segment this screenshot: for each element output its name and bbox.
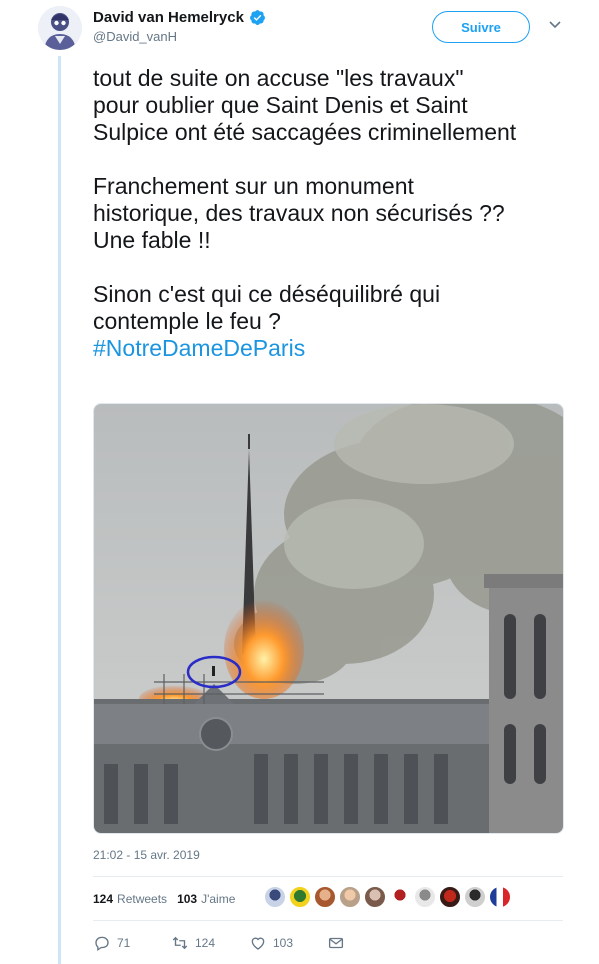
engagement-stats: 124 Retweets 103 J'aime [93, 888, 245, 910]
retweets-label: Retweets [117, 892, 168, 906]
tweet-timestamp[interactable]: 21:02 - 15 avr. 2019 [93, 848, 200, 862]
liker-avatar[interactable] [289, 886, 311, 908]
liker-avatar[interactable] [439, 886, 461, 908]
liker-avatar[interactable] [264, 886, 286, 908]
like-icon [251, 937, 265, 950]
tweet-actions: 71 124 103 [93, 934, 345, 952]
reply-count: 71 [117, 936, 131, 950]
liker-avatar[interactable] [489, 886, 511, 908]
tweet-text-line: contemple le feu ? [93, 308, 281, 334]
divider [93, 876, 563, 877]
follow-button[interactable]: Suivre [432, 11, 530, 43]
retweet-count: 124 [195, 936, 216, 950]
tweet-text-line: Sulpice ont été saccagées criminellement [93, 119, 517, 145]
tweet-text-line: Franchement sur un monument [93, 173, 414, 199]
likes-label: J'aime [201, 892, 236, 906]
tweet-text-line: Sinon c'est qui ce déséquilibré qui [93, 281, 441, 307]
retweet-button[interactable]: 124 [171, 934, 249, 952]
tweet-text-line: Une fable !! [93, 227, 211, 253]
liker-avatar[interactable] [364, 886, 386, 908]
verified-badge-icon [249, 9, 266, 26]
liker-avatar[interactable] [339, 886, 361, 908]
liker-avatar[interactable] [464, 886, 486, 908]
liker-avatar[interactable] [389, 886, 411, 908]
direct-message-button[interactable] [327, 934, 345, 952]
author-display-name[interactable]: David van Hemelryck [93, 9, 244, 26]
tweet-text: tout de suite on accuse "les travaux" po… [93, 65, 573, 362]
direct-message-icon [328, 937, 344, 949]
liker-avatar[interactable] [314, 886, 336, 908]
avatar[interactable] [38, 6, 82, 50]
retweet-icon [172, 936, 188, 950]
liker-avatar[interactable] [414, 886, 436, 908]
hashtag-link[interactable]: #NotreDameDeParis [93, 335, 573, 362]
reply-icon [95, 936, 109, 952]
chevron-down-icon[interactable] [549, 21, 561, 29]
tweet-text-line: tout de suite on accuse "les travaux" [93, 65, 464, 91]
tweet-photo[interactable] [93, 403, 564, 834]
like-button[interactable]: 103 [249, 934, 327, 952]
author-block[interactable]: David van Hemelryck @David_vanH [93, 9, 266, 44]
retweets-stat[interactable]: 124 Retweets [93, 892, 167, 906]
likes-stat[interactable]: 103 J'aime [177, 892, 235, 906]
thread-line [58, 56, 61, 964]
tweet-text-line: pour oublier que Saint Denis et Saint [93, 92, 468, 118]
tweet-text-line: historique, des travaux non sécurisés ?? [93, 200, 505, 226]
divider [93, 920, 563, 921]
author-handle[interactable]: @David_vanH [93, 29, 266, 44]
like-count: 103 [273, 936, 294, 950]
retweets-count: 124 [93, 892, 114, 906]
reply-button[interactable]: 71 [93, 934, 171, 952]
likes-count: 103 [177, 892, 198, 906]
liker-avatars [264, 886, 511, 908]
